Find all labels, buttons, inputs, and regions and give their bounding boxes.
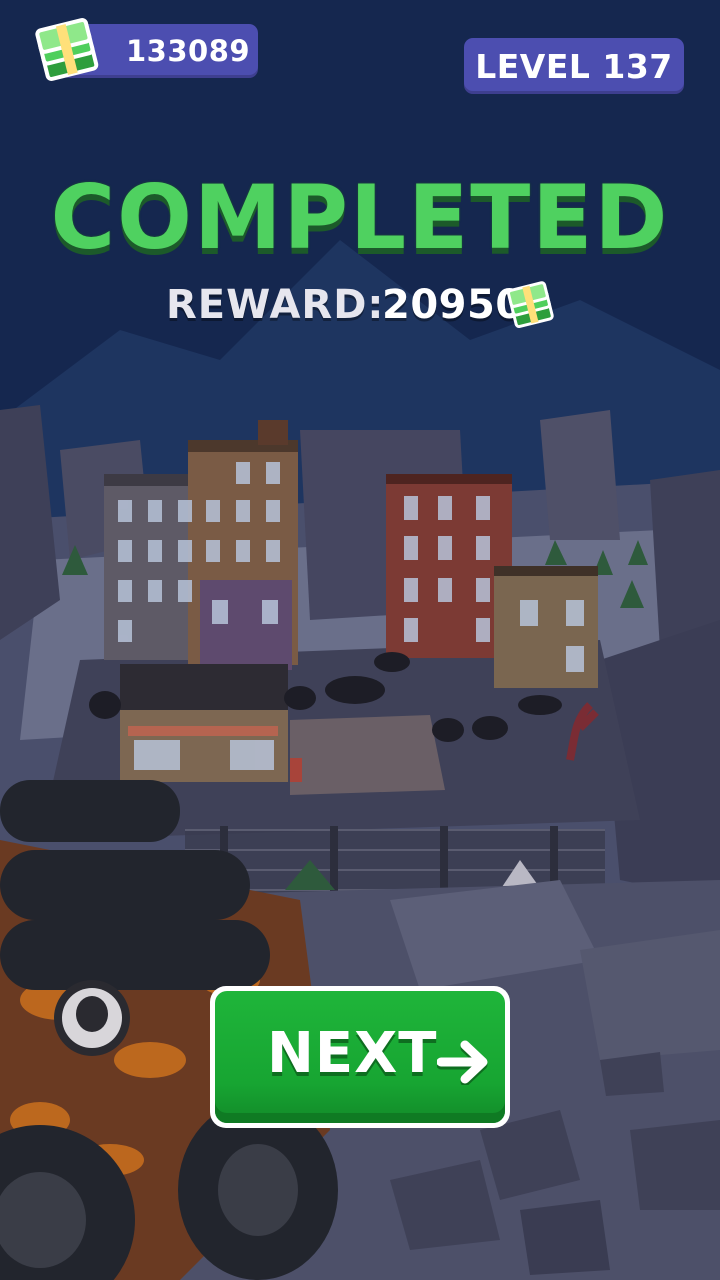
next-button-face[interactable]: NEXT — [215, 991, 505, 1123]
arrow-right-icon — [437, 1040, 488, 1085]
level-badge: LEVEL 137 — [464, 38, 684, 94]
currency-amount: 133089 — [126, 34, 251, 68]
reward-label: REWARD: — [166, 282, 385, 328]
completed-title: COMPLETED — [50, 166, 670, 269]
cash-stack-icon — [507, 281, 554, 329]
cash-stack-icon — [35, 18, 99, 81]
next-button[interactable]: NEXT — [210, 986, 510, 1128]
reward-amount: 20950 — [382, 282, 524, 328]
next-button-label: NEXT — [267, 1021, 438, 1086]
